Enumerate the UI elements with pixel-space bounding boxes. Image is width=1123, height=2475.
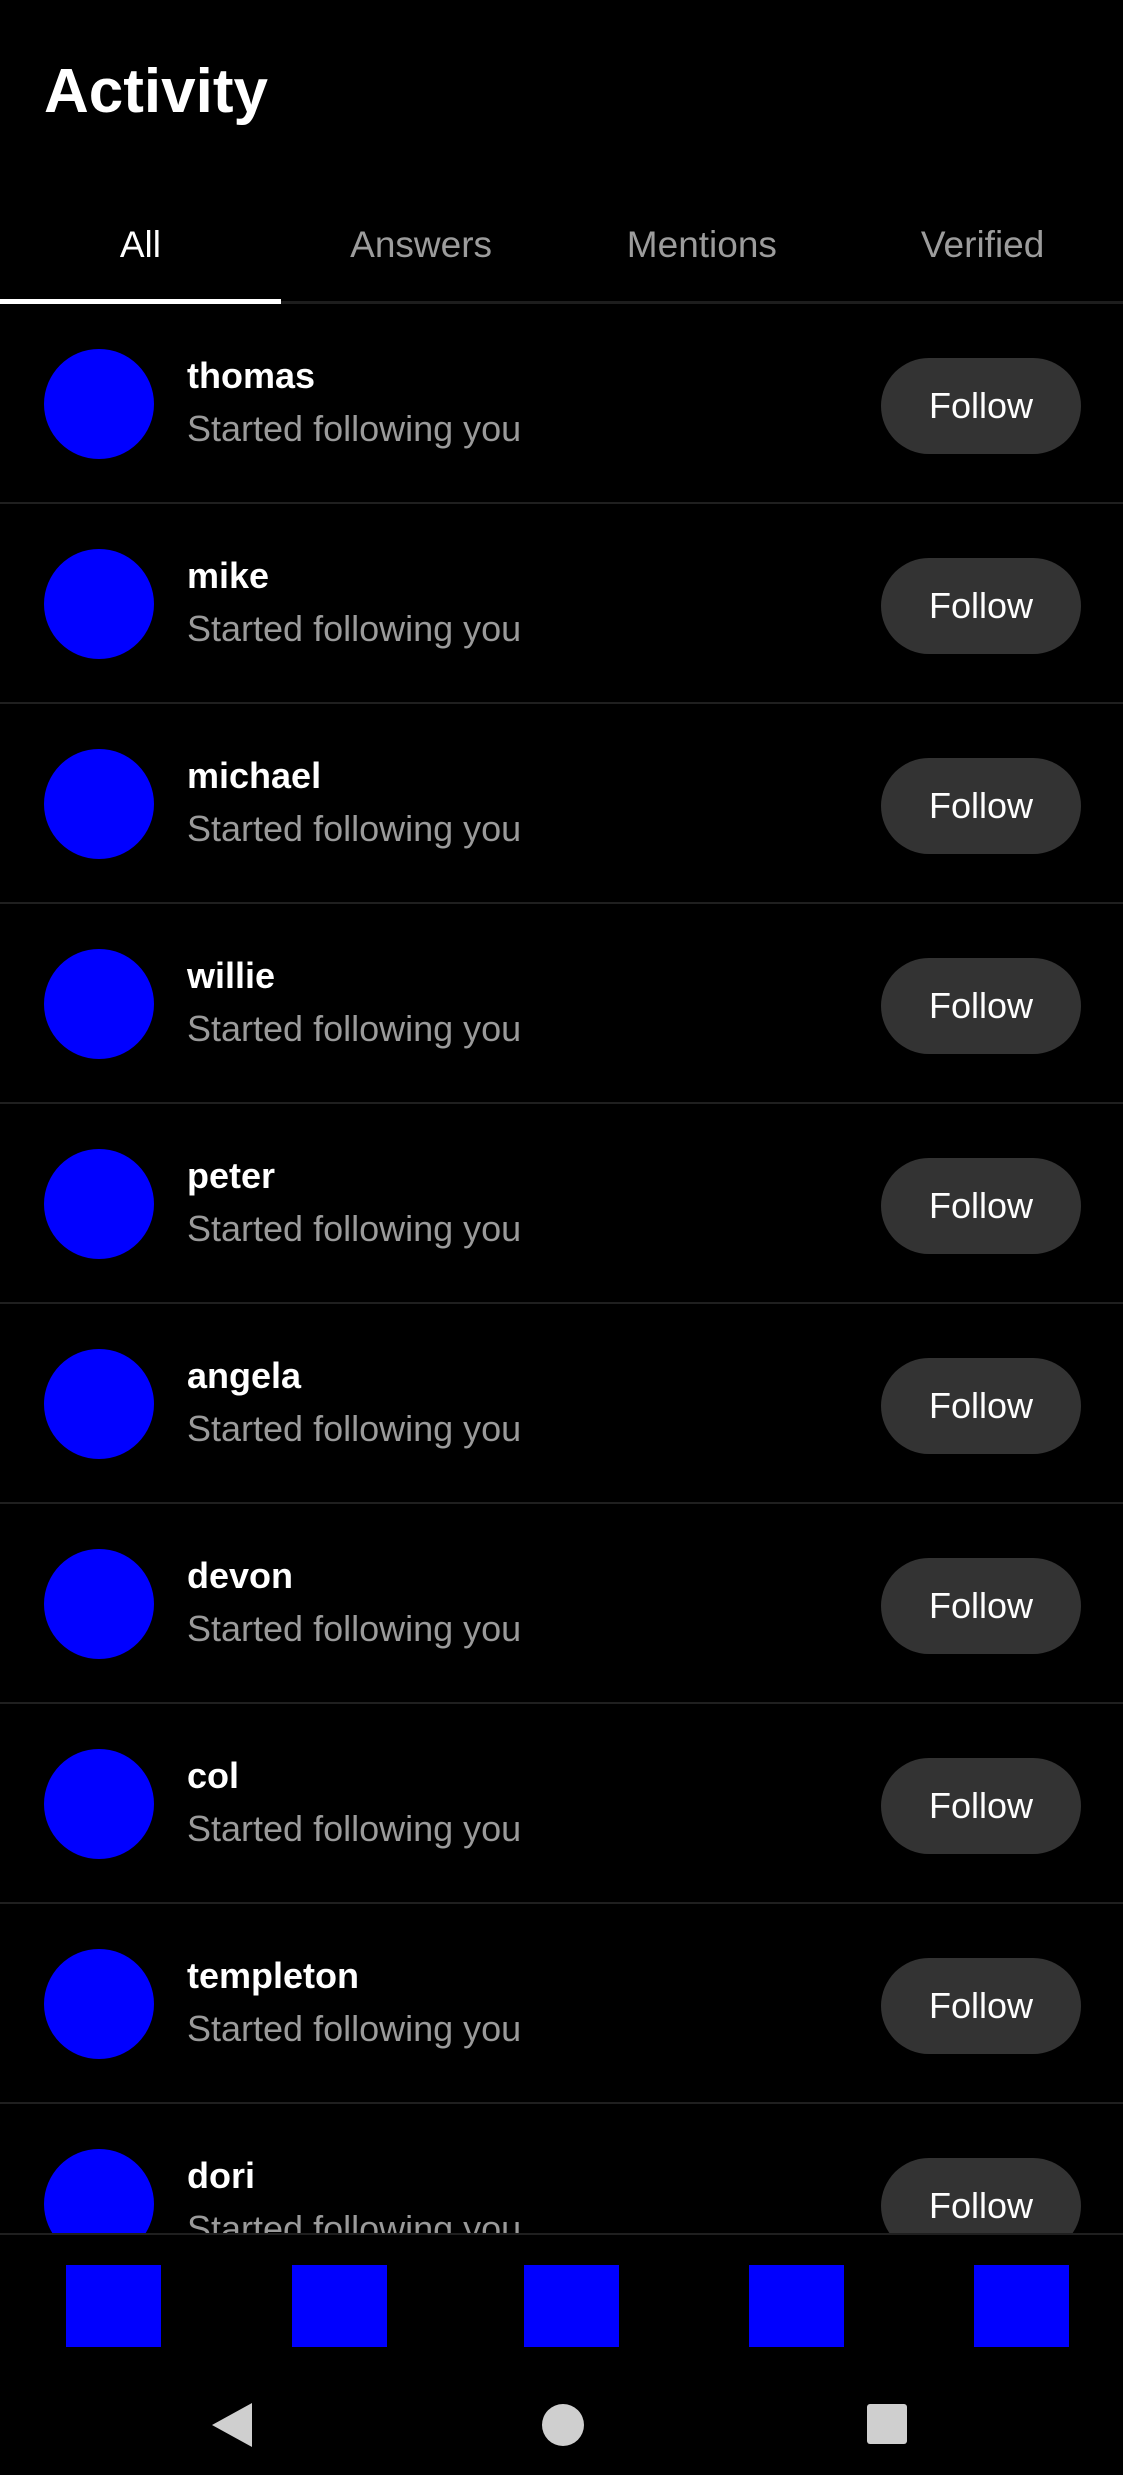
system-navigation-bar: [0, 2375, 1123, 2475]
activity-description: Started following you: [187, 808, 522, 849]
activity-item[interactable]: angela Started following you Follow: [0, 1304, 1123, 1504]
nav-item-4[interactable]: [749, 2265, 844, 2347]
follow-button[interactable]: Follow: [881, 358, 1081, 454]
activity-item[interactable]: dori Started following you Follow: [0, 2104, 1123, 2233]
activity-username[interactable]: devon: [187, 1554, 293, 1598]
avatar[interactable]: [44, 2149, 154, 2233]
avatar[interactable]: [44, 1349, 154, 1459]
activity-description: Started following you: [187, 1408, 522, 1449]
tab-all[interactable]: All: [0, 188, 281, 304]
activity-username[interactable]: col: [187, 1754, 239, 1798]
avatar[interactable]: [44, 349, 154, 459]
nav-item-3[interactable]: [524, 2265, 619, 2347]
activity-username[interactable]: peter: [187, 1154, 275, 1198]
activity-username[interactable]: angela: [187, 1354, 301, 1398]
activity-item[interactable]: templeton Started following you Follow: [0, 1904, 1123, 2104]
nav-item-5[interactable]: [974, 2265, 1069, 2347]
recents-icon[interactable]: [867, 2404, 907, 2444]
activity-item[interactable]: thomas Started following you Follow: [0, 304, 1123, 504]
activity-item[interactable]: devon Started following you Follow: [0, 1504, 1123, 1704]
follow-button[interactable]: Follow: [881, 2158, 1081, 2233]
activity-description: Started following you: [187, 1808, 522, 1849]
follow-button[interactable]: Follow: [881, 1558, 1081, 1654]
activity-item[interactable]: mike Started following you Follow: [0, 504, 1123, 704]
nav-item-2[interactable]: [292, 2265, 387, 2347]
home-icon[interactable]: [542, 2404, 584, 2446]
page-title: Activity: [44, 57, 268, 126]
activity-description: Started following you: [187, 408, 522, 449]
activity-description: Started following you: [187, 2008, 522, 2049]
follow-button[interactable]: Follow: [881, 1958, 1081, 2054]
avatar[interactable]: [44, 1949, 154, 2059]
follow-button[interactable]: Follow: [881, 758, 1081, 854]
nav-item-1[interactable]: [66, 2265, 161, 2347]
follow-button[interactable]: Follow: [881, 1358, 1081, 1454]
avatar[interactable]: [44, 1749, 154, 1859]
header: Activity: [0, 0, 1123, 175]
avatar[interactable]: [44, 749, 154, 859]
tab-bar: All Answers Mentions Verified: [0, 188, 1123, 304]
activity-description: Started following you: [187, 1208, 522, 1249]
activity-item[interactable]: col Started following you Follow: [0, 1704, 1123, 1904]
tab-mentions[interactable]: Mentions: [562, 188, 843, 301]
activity-description: Started following you: [187, 1008, 522, 1049]
avatar[interactable]: [44, 549, 154, 659]
avatar[interactable]: [44, 1149, 154, 1259]
activity-list[interactable]: thomas Started following you Follow mike…: [0, 304, 1123, 2233]
activity-item[interactable]: peter Started following you Follow: [0, 1104, 1123, 1304]
tab-answers[interactable]: Answers: [281, 188, 562, 301]
activity-username[interactable]: thomas: [187, 354, 315, 398]
activity-item[interactable]: michael Started following you Follow: [0, 704, 1123, 904]
follow-button[interactable]: Follow: [881, 958, 1081, 1054]
activity-username[interactable]: michael: [187, 754, 321, 798]
bottom-navigation: [0, 2233, 1123, 2375]
follow-button[interactable]: Follow: [881, 558, 1081, 654]
tab-verified[interactable]: Verified: [842, 188, 1123, 301]
back-icon[interactable]: [212, 2403, 252, 2447]
avatar[interactable]: [44, 949, 154, 1059]
activity-description: Started following you: [187, 608, 522, 649]
activity-username[interactable]: willie: [187, 954, 275, 998]
follow-button[interactable]: Follow: [881, 1158, 1081, 1254]
app-screen: Activity All Answers Mentions Verified t…: [0, 0, 1123, 2475]
activity-username[interactable]: mike: [187, 554, 269, 598]
activity-item[interactable]: willie Started following you Follow: [0, 904, 1123, 1104]
follow-button[interactable]: Follow: [881, 1758, 1081, 1854]
activity-description: Started following you: [187, 1608, 522, 1649]
activity-description: Started following you: [187, 2208, 522, 2233]
activity-username[interactable]: templeton: [187, 1954, 359, 1998]
avatar[interactable]: [44, 1549, 154, 1659]
activity-username[interactable]: dori: [187, 2154, 255, 2198]
